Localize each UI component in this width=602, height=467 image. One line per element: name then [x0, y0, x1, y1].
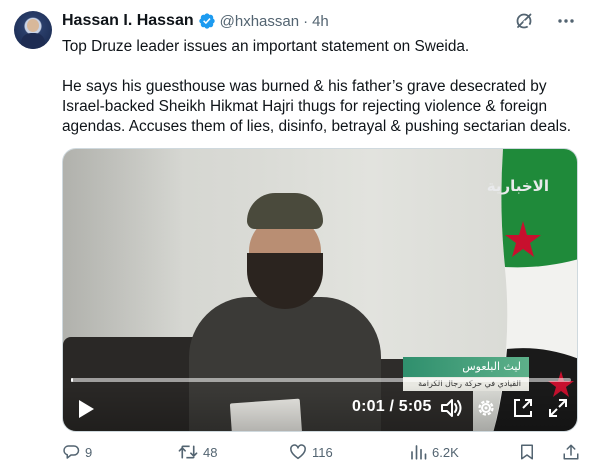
reply-button[interactable]: 9: [62, 443, 92, 461]
avatar[interactable]: [14, 11, 52, 49]
play-icon[interactable]: [77, 399, 95, 419]
views-count: 6.2K: [432, 444, 459, 460]
tweet-actions: 9 48 116 6.2K: [62, 443, 590, 465]
timestamp[interactable]: 4h: [312, 13, 329, 30]
views-button[interactable]: 6.2K: [409, 443, 459, 461]
author-name[interactable]: Hassan I. Hassan: [62, 12, 194, 30]
more-options-icon[interactable]: [556, 11, 576, 31]
header-actions: [514, 11, 576, 31]
lower-third-name: ليث البلعوس: [403, 357, 529, 377]
author-handle[interactable]: @hxhassan: [220, 13, 299, 30]
share-button[interactable]: [562, 443, 585, 461]
fullscreen-icon[interactable]: [547, 397, 569, 419]
bookmark-icon: [521, 444, 533, 460]
separator-dot: ·: [303, 12, 309, 30]
tweet-paragraph: He says his guesthouse was burned & his …: [62, 78, 572, 135]
like-button[interactable]: 116: [289, 443, 333, 461]
video-time: 0:01 / 5:05: [352, 398, 432, 415]
tweet-header: Hassan I. Hassan @hxhassan · 4h: [62, 10, 329, 32]
bookmark-button[interactable]: [518, 443, 541, 461]
video-player[interactable]: الاخبارية ليث البلعوس القيادي في حركة رج…: [62, 148, 578, 432]
picture-in-picture-icon[interactable]: [512, 397, 534, 419]
reply-count: 9: [85, 444, 93, 460]
reply-icon: [63, 445, 80, 459]
tweet-paragraph: Top Druze leader issues an important sta…: [62, 38, 470, 55]
grok-icon[interactable]: [514, 11, 534, 31]
share-icon: [563, 444, 579, 460]
heart-icon: [290, 444, 306, 460]
tweet-text: Top Druze leader issues an important sta…: [62, 37, 590, 137]
views-chart-icon: [411, 445, 427, 460]
video-progress-bar[interactable]: [71, 378, 571, 382]
like-count: 116: [312, 444, 333, 460]
settings-gear-icon[interactable]: [475, 397, 497, 419]
verified-badge-icon: [198, 13, 215, 29]
repost-count: 48: [203, 444, 218, 460]
channel-logo: الاخبارية: [486, 177, 549, 195]
repost-button[interactable]: 48: [178, 443, 217, 461]
video-controls: 0:01 / 5:05: [63, 385, 577, 431]
volume-icon[interactable]: [439, 397, 463, 419]
video-progress-fill: [71, 378, 73, 382]
repost-icon: [178, 445, 198, 459]
tweet-card[interactable]: Hassan I. Hassan @hxhassan · 4h Top Druz…: [0, 0, 602, 467]
